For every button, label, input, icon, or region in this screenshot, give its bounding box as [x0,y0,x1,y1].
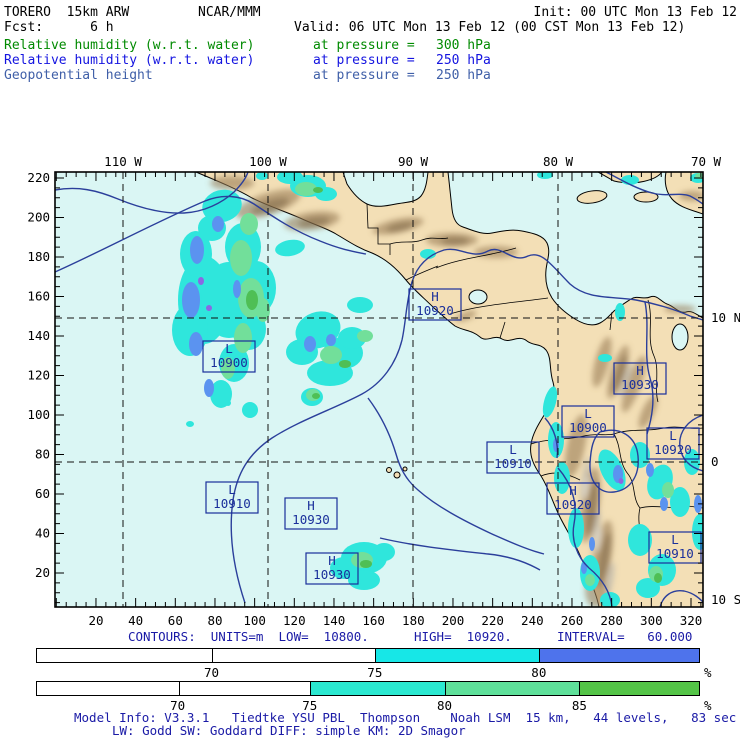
extremum-letter: H [636,363,644,378]
colorbar-unit-label: % [704,665,712,680]
extremum-letter: L [228,482,236,497]
extremum-value: 10900 [210,355,248,370]
lat-tick-label: 10 N [711,310,740,325]
extremum-value: 10930 [292,512,330,527]
grid-x-tick-label: 60 [168,613,183,628]
grid-y-tick-label: 120 [27,368,50,383]
extremum-letter: L [225,341,233,356]
extremum-value: 10920 [654,442,692,457]
grid-x-tick-label: 100 [243,613,266,628]
grid-x-tick-label: 280 [600,613,623,628]
grid-x-tick-label: 20 [88,613,103,628]
grid-y-tick-label: 220 [27,170,50,185]
extremum-letter: H [431,289,439,304]
grid-y-tick-label: 200 [27,210,50,225]
grid-y-tick-label: 40 [35,526,50,541]
extremum-value: 10930 [621,377,659,392]
extremum-letter: H [307,498,315,513]
grid-x-tick-label: 160 [362,613,385,628]
rh-300hpa-scale [36,681,700,696]
lon-tick-label: 110 W [104,154,142,169]
galapagos-island [393,471,401,479]
extremum-letter: H [328,553,336,568]
grid-x-tick-label: 120 [283,613,306,628]
grid-x-tick-label: 40 [128,613,143,628]
extremum-letter: L [509,442,517,457]
lon-tick-label: 100 W [249,154,287,169]
lon-tick-label: 90 W [398,154,429,169]
grid-x-tick-label: 260 [561,613,584,628]
colorbar-segment [444,682,580,695]
grid-y-tick-label: 160 [27,289,50,304]
grid-x-tick-label: 320 [680,613,703,628]
grid-x-tick-label: 140 [323,613,346,628]
extremum-value: 10910 [213,496,251,511]
extremum-letter: L [584,406,592,421]
colorbar-segment [37,682,179,695]
grid-x-tick-label: 300 [640,613,663,628]
colorbar-segment [310,682,445,695]
grid-y-tick-label: 80 [35,447,50,462]
extremum-value: 10900 [569,420,607,435]
grid-y-tick-label: 100 [27,407,50,422]
galapagos-island [402,466,408,472]
colorbar-tick-label: 70 [203,665,220,680]
grid-y-tick-label: 140 [27,328,50,343]
colorbar-segment [212,649,376,662]
grid-x-tick-label: 220 [481,613,504,628]
colorbar-segment [579,682,699,695]
lat-tick-label: 10 S [711,592,740,607]
colorbar-segment [538,649,699,662]
extremum-value: 10910 [494,456,532,471]
colorbar-segment [37,649,213,662]
colorbar-tick-label: 75 [367,665,383,680]
model-info-line2: LW: Godd SW: Goddard DIFF: simple KM: 2D… [112,723,466,738]
grid-y-tick-label: 60 [35,486,50,501]
lon-tick-label: 80 W [543,154,574,169]
extremum-letter: H [569,483,577,498]
extremum-letter: L [669,428,677,443]
weather-plot-page: TORERO 15km ARW NCAR/MMM Init: 00 UTC Mo… [0,0,740,740]
colorbar-tick-label: 80 [531,665,547,680]
extremum-value: 10910 [656,546,694,561]
rh-250hpa-scale [36,648,700,663]
grid-y-tick-label: 20 [35,565,50,580]
extremum-letter: L [671,532,679,547]
grid-x-tick-label: 200 [442,613,465,628]
grid-y-tick-label: 180 [27,249,50,264]
contour-info-line: CONTOURS: UNITS=m LOW= 10800. HIGH= 1092… [128,629,693,644]
lat-tick-label: 0 [711,454,719,469]
colorbar-segment [375,649,539,662]
lon-tick-label: 70 W [691,154,722,169]
extremum-value: 10920 [416,303,454,318]
grid-x-tick-label: 180 [402,613,425,628]
extremum-value: 10930 [313,567,351,582]
galapagos-island [386,467,392,473]
grid-x-tick-label: 240 [521,613,544,628]
extremum-value: 10920 [554,497,592,512]
colorbar-segment [178,682,311,695]
grid-x-tick-label: 80 [207,613,222,628]
